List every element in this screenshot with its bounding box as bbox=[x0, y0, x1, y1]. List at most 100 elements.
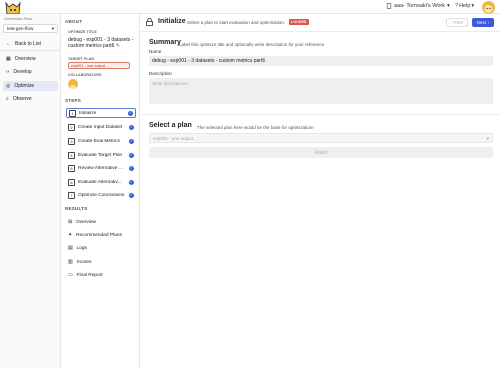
logs-icon: ▤ bbox=[68, 245, 73, 251]
next-label: Next bbox=[476, 20, 486, 25]
next-button[interactable]: Next › bbox=[472, 18, 494, 27]
step-create-input-dataset[interactable]: 2 Create Input Dataset ✓ bbox=[66, 122, 136, 132]
chevron-down-icon: ▾ bbox=[51, 25, 54, 31]
help-circle-icon: ? bbox=[455, 3, 459, 9]
nav-label: Observe bbox=[12, 96, 32, 102]
nav-label: Overview bbox=[14, 56, 36, 62]
step-optimize-conclusions[interactable]: 7 Optimize Conclusions ✓ bbox=[66, 190, 136, 200]
nav-item-develop[interactable]: ‹› Develop bbox=[3, 67, 58, 77]
target-plan-badge: exp001 - one output bbox=[68, 62, 130, 69]
arrow-left-icon: ← bbox=[6, 41, 11, 47]
step-label: Evaluate Alternativ... bbox=[78, 179, 122, 185]
fixed-button[interactable]: Fixed bbox=[149, 147, 493, 158]
nav-item-optimize[interactable]: ◎ Optimize bbox=[3, 81, 58, 91]
search-icon: ⌕ bbox=[6, 96, 9, 102]
about-heading: ABOUT bbox=[65, 19, 83, 24]
summary-title: Summary bbox=[149, 39, 181, 46]
optimize-title-label: OPTIMIZE TITLE bbox=[68, 30, 97, 34]
section-divider bbox=[141, 114, 500, 115]
check-icon: ✓ bbox=[129, 192, 134, 198]
nav-item-observe[interactable]: ⌕ Observe bbox=[3, 94, 58, 104]
result-label: Final Report bbox=[76, 272, 103, 278]
chevron-down-icon: ▾ bbox=[486, 136, 489, 141]
check-icon: ✓ bbox=[129, 152, 134, 158]
document-icon: ▭ bbox=[68, 272, 73, 278]
step-number: 6 bbox=[68, 178, 75, 186]
description-textarea[interactable]: Write descriptions bbox=[149, 78, 493, 104]
check-icon: ✓ bbox=[129, 179, 134, 185]
workspace-name: aaa- Tomoaki's Work bbox=[394, 3, 445, 9]
result-label: Overview bbox=[76, 219, 97, 225]
result-label: Recommended Plans bbox=[76, 232, 122, 238]
nav-label: Back to List bbox=[15, 41, 41, 47]
results-heading: RESULTS bbox=[65, 206, 88, 211]
nav-item-overview[interactable]: ▦ Overview bbox=[3, 54, 58, 64]
page-title: Initialize bbox=[158, 18, 186, 25]
step-number: 4 bbox=[68, 151, 75, 159]
collaborators-label: COLLABORATORS bbox=[68, 73, 102, 77]
chevron-down-icon: ▾ bbox=[471, 3, 475, 9]
help-label: Help bbox=[459, 3, 471, 9]
collaborator-avatar[interactable] bbox=[68, 79, 78, 89]
lock-icon bbox=[146, 18, 153, 26]
nav-label: Optimize bbox=[14, 83, 35, 89]
result-overview[interactable]: ⊞ Overview bbox=[68, 217, 136, 227]
step-number: 3 bbox=[68, 137, 75, 145]
chevron-left-icon: ‹ bbox=[451, 20, 453, 25]
summary-subtitle: Label this optimize title and optionally… bbox=[179, 42, 325, 47]
step-evaluate-target-plan[interactable]: 4 Evaluate Target Plan ✓ bbox=[66, 150, 136, 160]
optimize-title-value: debug - exp001 - 3 datasets - custom met… bbox=[68, 37, 134, 49]
back-to-list-link[interactable]: ← Back to List bbox=[3, 39, 58, 49]
check-icon: ✓ bbox=[129, 165, 134, 171]
grid-icon: ▦ bbox=[6, 56, 11, 62]
edit-icon[interactable]: ✎ bbox=[116, 43, 120, 49]
check-icon: ✓ bbox=[129, 124, 134, 130]
steps-heading: STEPS bbox=[65, 98, 82, 103]
result-recommended-plans[interactable]: ✦ Recommended Plans bbox=[68, 230, 136, 240]
step-label: Review Alternative ... bbox=[78, 165, 123, 171]
grid-icon: ⊞ bbox=[68, 219, 73, 225]
prev-label: Prev bbox=[453, 20, 463, 25]
step-number: 5 bbox=[68, 164, 75, 172]
nav-divider bbox=[0, 50, 61, 51]
plan-select-value: exp001 - one output bbox=[153, 136, 194, 141]
target-plan-label: TARGET PLAN bbox=[68, 57, 94, 61]
target-icon: ◎ bbox=[6, 83, 11, 89]
building-icon bbox=[386, 3, 392, 9]
result-final-report[interactable]: ▭ Final Report bbox=[68, 270, 136, 280]
flow-label: Generation Flow bbox=[4, 17, 32, 21]
locked-badge: LOCKED bbox=[289, 19, 309, 25]
name-input[interactable]: debug - exp001 - 3 datasets - custom met… bbox=[149, 56, 493, 66]
chevron-down-icon: ▾ bbox=[446, 3, 450, 9]
code-icon: ‹› bbox=[6, 69, 10, 75]
help-menu[interactable]: ? Help ▾ bbox=[455, 3, 474, 9]
step-label: Evaluate Target Plan bbox=[78, 152, 123, 158]
check-icon: ✓ bbox=[128, 110, 133, 116]
step-label: Create Input Dataset bbox=[78, 124, 123, 130]
step-label: Create Eval Metrics bbox=[78, 138, 120, 144]
step-number: 1 bbox=[69, 109, 76, 117]
step-initialize[interactable]: 1 Initialize ✓ bbox=[66, 108, 136, 118]
flow-select-value: test-gen-flow bbox=[7, 26, 34, 31]
flow-select[interactable]: test-gen-flow ▾ bbox=[3, 24, 58, 33]
user-avatar[interactable] bbox=[482, 1, 495, 14]
result-logs[interactable]: ▤ Logs bbox=[68, 243, 136, 253]
prev-button[interactable]: ‹ Prev bbox=[446, 18, 468, 27]
select-plan-subtitle: The selected plan here would be the base… bbox=[197, 125, 314, 130]
workspace-switcher[interactable]: aaa- Tomoaki's Work ▾ bbox=[386, 3, 450, 9]
plan-select[interactable]: exp001 - one output ▾ bbox=[149, 133, 493, 143]
step-label: Optimize Conclusions bbox=[78, 192, 125, 198]
name-label: Name bbox=[149, 49, 162, 54]
select-plan-title: Select a plan bbox=[149, 122, 192, 129]
step-label: Initialize bbox=[79, 110, 97, 116]
step-create-eval-metrics[interactable]: 3 Create Eval Metrics ✓ bbox=[66, 136, 136, 146]
sparkle-icon: ✦ bbox=[68, 232, 73, 238]
check-icon: ✓ bbox=[129, 138, 134, 144]
step-review-alternative[interactable]: 5 Review Alternative ... ✓ bbox=[66, 163, 136, 173]
result-label: Logs bbox=[76, 245, 87, 251]
step-number: 7 bbox=[68, 191, 75, 199]
step-evaluate-alternative[interactable]: 6 Evaluate Alternativ... ✓ bbox=[66, 177, 136, 187]
description-label: Description bbox=[149, 71, 172, 76]
chart-icon: ▥ bbox=[68, 259, 73, 265]
result-scores[interactable]: ▥ Scores bbox=[68, 257, 136, 267]
